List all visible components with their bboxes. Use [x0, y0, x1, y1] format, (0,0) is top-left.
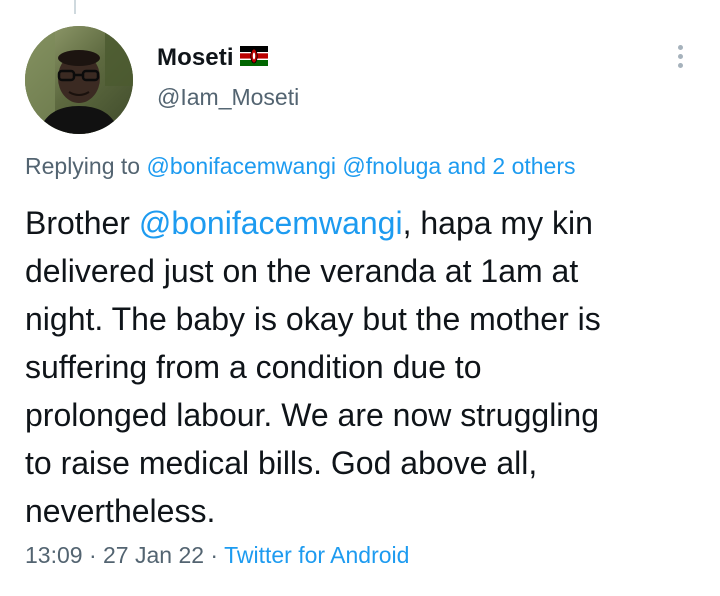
meta-separator: ·: [204, 542, 225, 568]
meta-separator: ·: [82, 542, 104, 568]
replying-to-label: Replying to: [25, 153, 147, 179]
kenya-flag-icon: [239, 45, 268, 71]
others-link[interactable]: and 2 others: [448, 153, 576, 179]
tweet-line: Brother @bonifacemwangi, hapa my kin: [25, 199, 705, 247]
tweet-text-segment: , hapa my kin: [402, 205, 593, 241]
more-dot-icon: [677, 62, 683, 68]
top-bar: [0, 0, 720, 14]
tweet-line: nevertheless.: [25, 493, 216, 529]
avatar[interactable]: [25, 26, 133, 134]
mention-link[interactable]: @bonifacemwangi: [146, 153, 336, 179]
tweet-body: Brother @bonifacemwangi, hapa my kin del…: [25, 199, 705, 535]
author-name-row[interactable]: Moseti: [157, 44, 268, 72]
replying-to-line: Replying to @bonifacemwangi @fnoluga and…: [25, 153, 576, 180]
tweet-line: prolonged labour. We are now struggling: [25, 397, 599, 433]
more-dot-icon: [677, 44, 683, 50]
tweet-line: night. The baby is okay but the mother i…: [25, 301, 601, 337]
tweet-text-segment: Brother: [25, 205, 139, 241]
more-options-button[interactable]: [664, 40, 696, 72]
mention-link[interactable]: @fnoluga: [342, 153, 441, 179]
tweet-metadata: 13:09 · 27 Jan 22 · Twitter for Android: [25, 542, 409, 569]
user-handle[interactable]: @Iam_Moseti: [157, 84, 299, 111]
thread-connector-line: [74, 0, 76, 14]
tweet-line: delivered just on the veranda at 1am at: [25, 253, 579, 289]
tweet-line: suffering from a condition due to: [25, 349, 482, 385]
more-dot-icon: [677, 53, 683, 59]
avatar-photo-icon: [25, 26, 133, 134]
tweet-date[interactable]: 27 Jan 22: [103, 542, 204, 568]
tweet-source-link[interactable]: Twitter for Android: [224, 542, 409, 568]
mention-link[interactable]: @bonifacemwangi: [139, 205, 403, 241]
tweet-line: to raise medical bills. God above all,: [25, 445, 538, 481]
display-name[interactable]: Moseti: [157, 44, 234, 72]
tweet-time[interactable]: 13:09: [25, 542, 83, 568]
